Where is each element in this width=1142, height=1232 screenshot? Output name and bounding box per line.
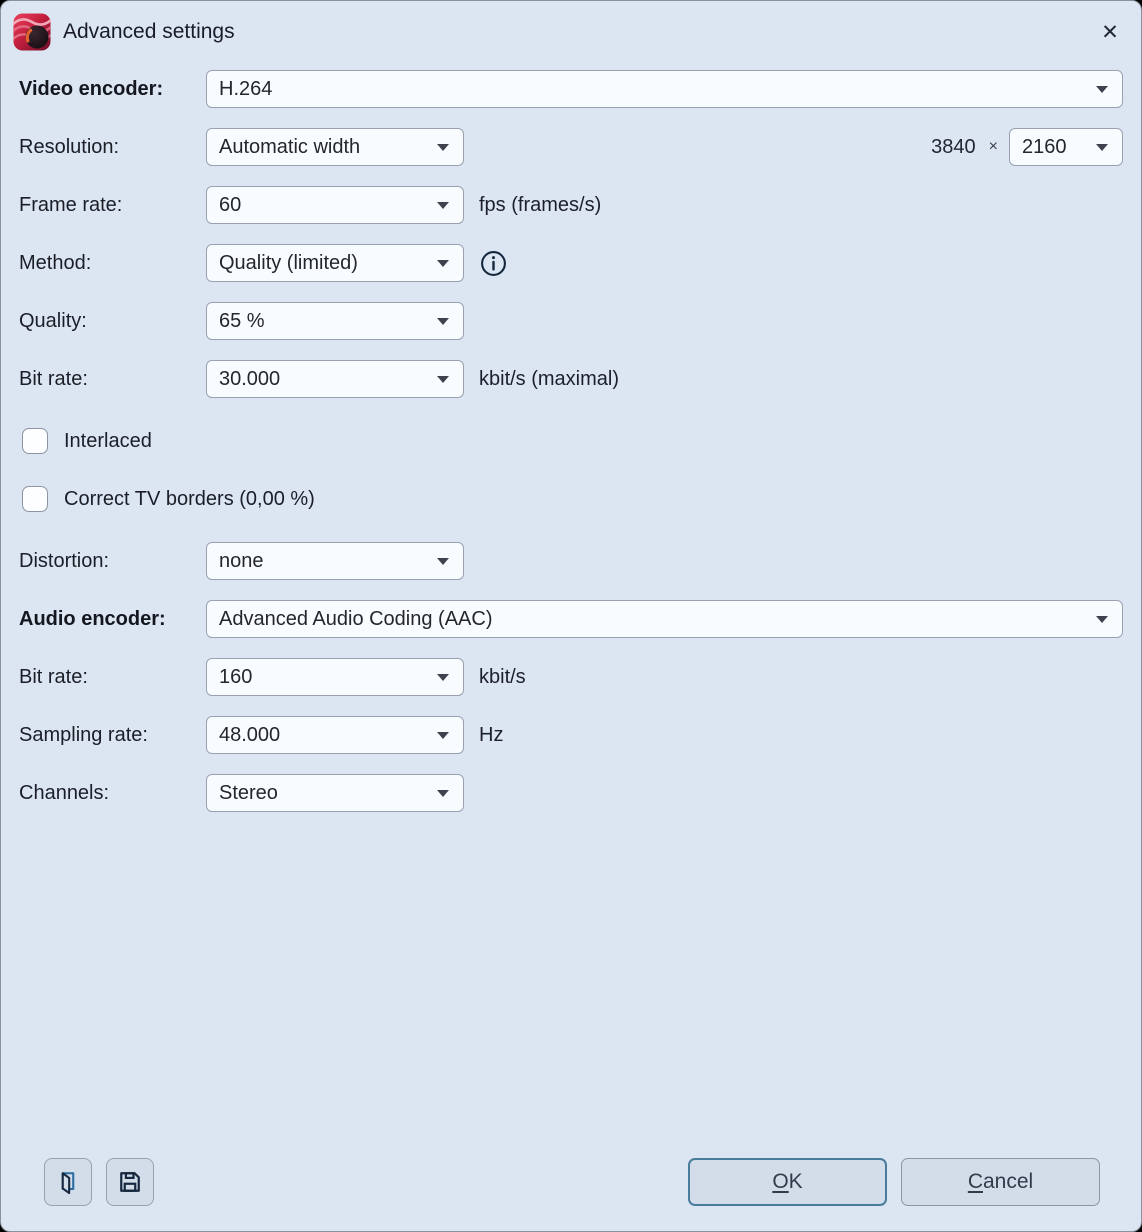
chevron-down-icon <box>437 260 449 267</box>
interlaced-label: Interlaced <box>64 430 152 453</box>
method-label: Method: <box>19 252 206 275</box>
close-icon: ✕ <box>1101 20 1119 45</box>
resolution-mode-value: Automatic width <box>219 136 360 159</box>
advanced-settings-dialog: Advanced settings ✕ Video encoder: H.264… <box>0 0 1142 1232</box>
method-select[interactable]: Quality (limited) <box>206 244 464 282</box>
row-channels: Channels: Stereo <box>19 774 1123 812</box>
row-resolution: Resolution: Automatic width 3840 × 2160 <box>19 128 1123 166</box>
chevron-down-icon <box>1096 144 1108 151</box>
bit-rate-audio-value: 160 <box>219 666 252 689</box>
cancel-button[interactable]: Cancel <box>901 1158 1100 1206</box>
bit-rate-video-label: Bit rate: <box>19 368 206 391</box>
audio-encoder-value: Advanced Audio Coding (AAC) <box>219 608 493 631</box>
row-video-encoder: Video encoder: H.264 <box>19 70 1123 108</box>
sampling-rate-label: Sampling rate: <box>19 724 206 747</box>
chevron-down-icon <box>437 376 449 383</box>
dialog-footer: OK Cancel <box>19 1158 1123 1231</box>
quality-label: Quality: <box>19 310 206 333</box>
frame-rate-value: 60 <box>219 194 241 217</box>
row-audio-encoder: Audio encoder: Advanced Audio Coding (AA… <box>19 600 1123 638</box>
row-bit-rate-audio: Bit rate: 160 kbit/s <box>19 658 1123 696</box>
video-encoder-value: H.264 <box>219 78 272 101</box>
distortion-label: Distortion: <box>19 550 206 573</box>
ok-button-label: K <box>789 1170 803 1193</box>
channels-label: Channels: <box>19 782 206 805</box>
chevron-down-icon <box>1096 86 1108 93</box>
chevron-down-icon <box>437 790 449 797</box>
chevron-down-icon <box>437 144 449 151</box>
dialog-title: Advanced settings <box>63 20 235 44</box>
multiply-icon: × <box>989 138 998 156</box>
action-buttons: OK Cancel <box>688 1158 1100 1206</box>
bit-rate-video-unit: kbit/s (maximal) <box>479 368 619 391</box>
row-frame-rate: Frame rate: 60 fps (frames/s) <box>19 186 1123 224</box>
chevron-down-icon <box>437 732 449 739</box>
correct-tv-borders-label: Correct TV borders (0,00 %) <box>64 488 315 511</box>
app-icon <box>13 13 51 51</box>
sampling-rate-select[interactable]: 48.000 <box>206 716 464 754</box>
interlaced-checkbox-row[interactable]: Interlaced <box>19 422 1123 460</box>
resolution-dimensions: 3840 × 2160 <box>931 128 1123 166</box>
cancel-button-mnemonic: C <box>968 1170 983 1193</box>
row-distortion: Distortion: none <box>19 542 1123 580</box>
channels-select[interactable]: Stereo <box>206 774 464 812</box>
folder-open-icon <box>54 1168 82 1196</box>
audio-encoder-select[interactable]: Advanced Audio Coding (AAC) <box>206 600 1123 638</box>
audio-encoder-label: Audio encoder: <box>19 608 206 631</box>
bit-rate-audio-select[interactable]: 160 <box>206 658 464 696</box>
resolution-width-value: 3840 <box>931 136 976 159</box>
bit-rate-video-value: 30.000 <box>219 368 280 391</box>
ok-button[interactable]: OK <box>688 1158 887 1206</box>
row-sampling-rate: Sampling rate: 48.000 Hz <box>19 716 1123 754</box>
cancel-button-label: ancel <box>983 1170 1033 1193</box>
row-bit-rate-video: Bit rate: 30.000 kbit/s (maximal) <box>19 360 1123 398</box>
ok-button-mnemonic: O <box>772 1170 788 1193</box>
dialog-content: Video encoder: H.264 Resolution: Automat… <box>1 63 1141 1231</box>
save-profile-button[interactable] <box>106 1158 154 1206</box>
video-encoder-label: Video encoder: <box>19 78 206 101</box>
row-method: Method: Quality (limited) <box>19 244 1123 282</box>
chevron-down-icon <box>437 318 449 325</box>
distortion-value: none <box>219 550 264 573</box>
frame-rate-select[interactable]: 60 <box>206 186 464 224</box>
quality-value: 65 % <box>219 310 265 333</box>
correct-tv-borders-checkbox[interactable] <box>22 486 48 512</box>
row-quality: Quality: 65 % <box>19 302 1123 340</box>
distortion-select[interactable]: none <box>206 542 464 580</box>
chevron-down-icon <box>437 674 449 681</box>
correct-tv-borders-checkbox-row[interactable]: Correct TV borders (0,00 %) <box>19 480 1123 518</box>
resolution-height-select[interactable]: 2160 <box>1009 128 1123 166</box>
chevron-down-icon <box>1096 616 1108 623</box>
bit-rate-audio-label: Bit rate: <box>19 666 206 689</box>
sampling-rate-value: 48.000 <box>219 724 280 747</box>
info-icon[interactable] <box>480 250 507 277</box>
close-button[interactable]: ✕ <box>1093 15 1127 49</box>
resolution-label: Resolution: <box>19 136 206 159</box>
video-encoder-select[interactable]: H.264 <box>206 70 1123 108</box>
resolution-mode-select[interactable]: Automatic width <box>206 128 464 166</box>
bit-rate-audio-unit: kbit/s <box>479 666 526 689</box>
quality-select[interactable]: 65 % <box>206 302 464 340</box>
bit-rate-video-select[interactable]: 30.000 <box>206 360 464 398</box>
method-value: Quality (limited) <box>219 252 358 275</box>
resolution-height-value: 2160 <box>1022 136 1067 159</box>
sampling-rate-unit: Hz <box>479 724 503 747</box>
chevron-down-icon <box>437 558 449 565</box>
title-bar: Advanced settings ✕ <box>1 1 1141 63</box>
chevron-down-icon <box>437 202 449 209</box>
interlaced-checkbox[interactable] <box>22 428 48 454</box>
frame-rate-label: Frame rate: <box>19 194 206 217</box>
load-profile-button[interactable] <box>44 1158 92 1206</box>
save-icon <box>116 1168 144 1196</box>
frame-rate-unit: fps (frames/s) <box>479 194 601 217</box>
channels-value: Stereo <box>219 782 278 805</box>
